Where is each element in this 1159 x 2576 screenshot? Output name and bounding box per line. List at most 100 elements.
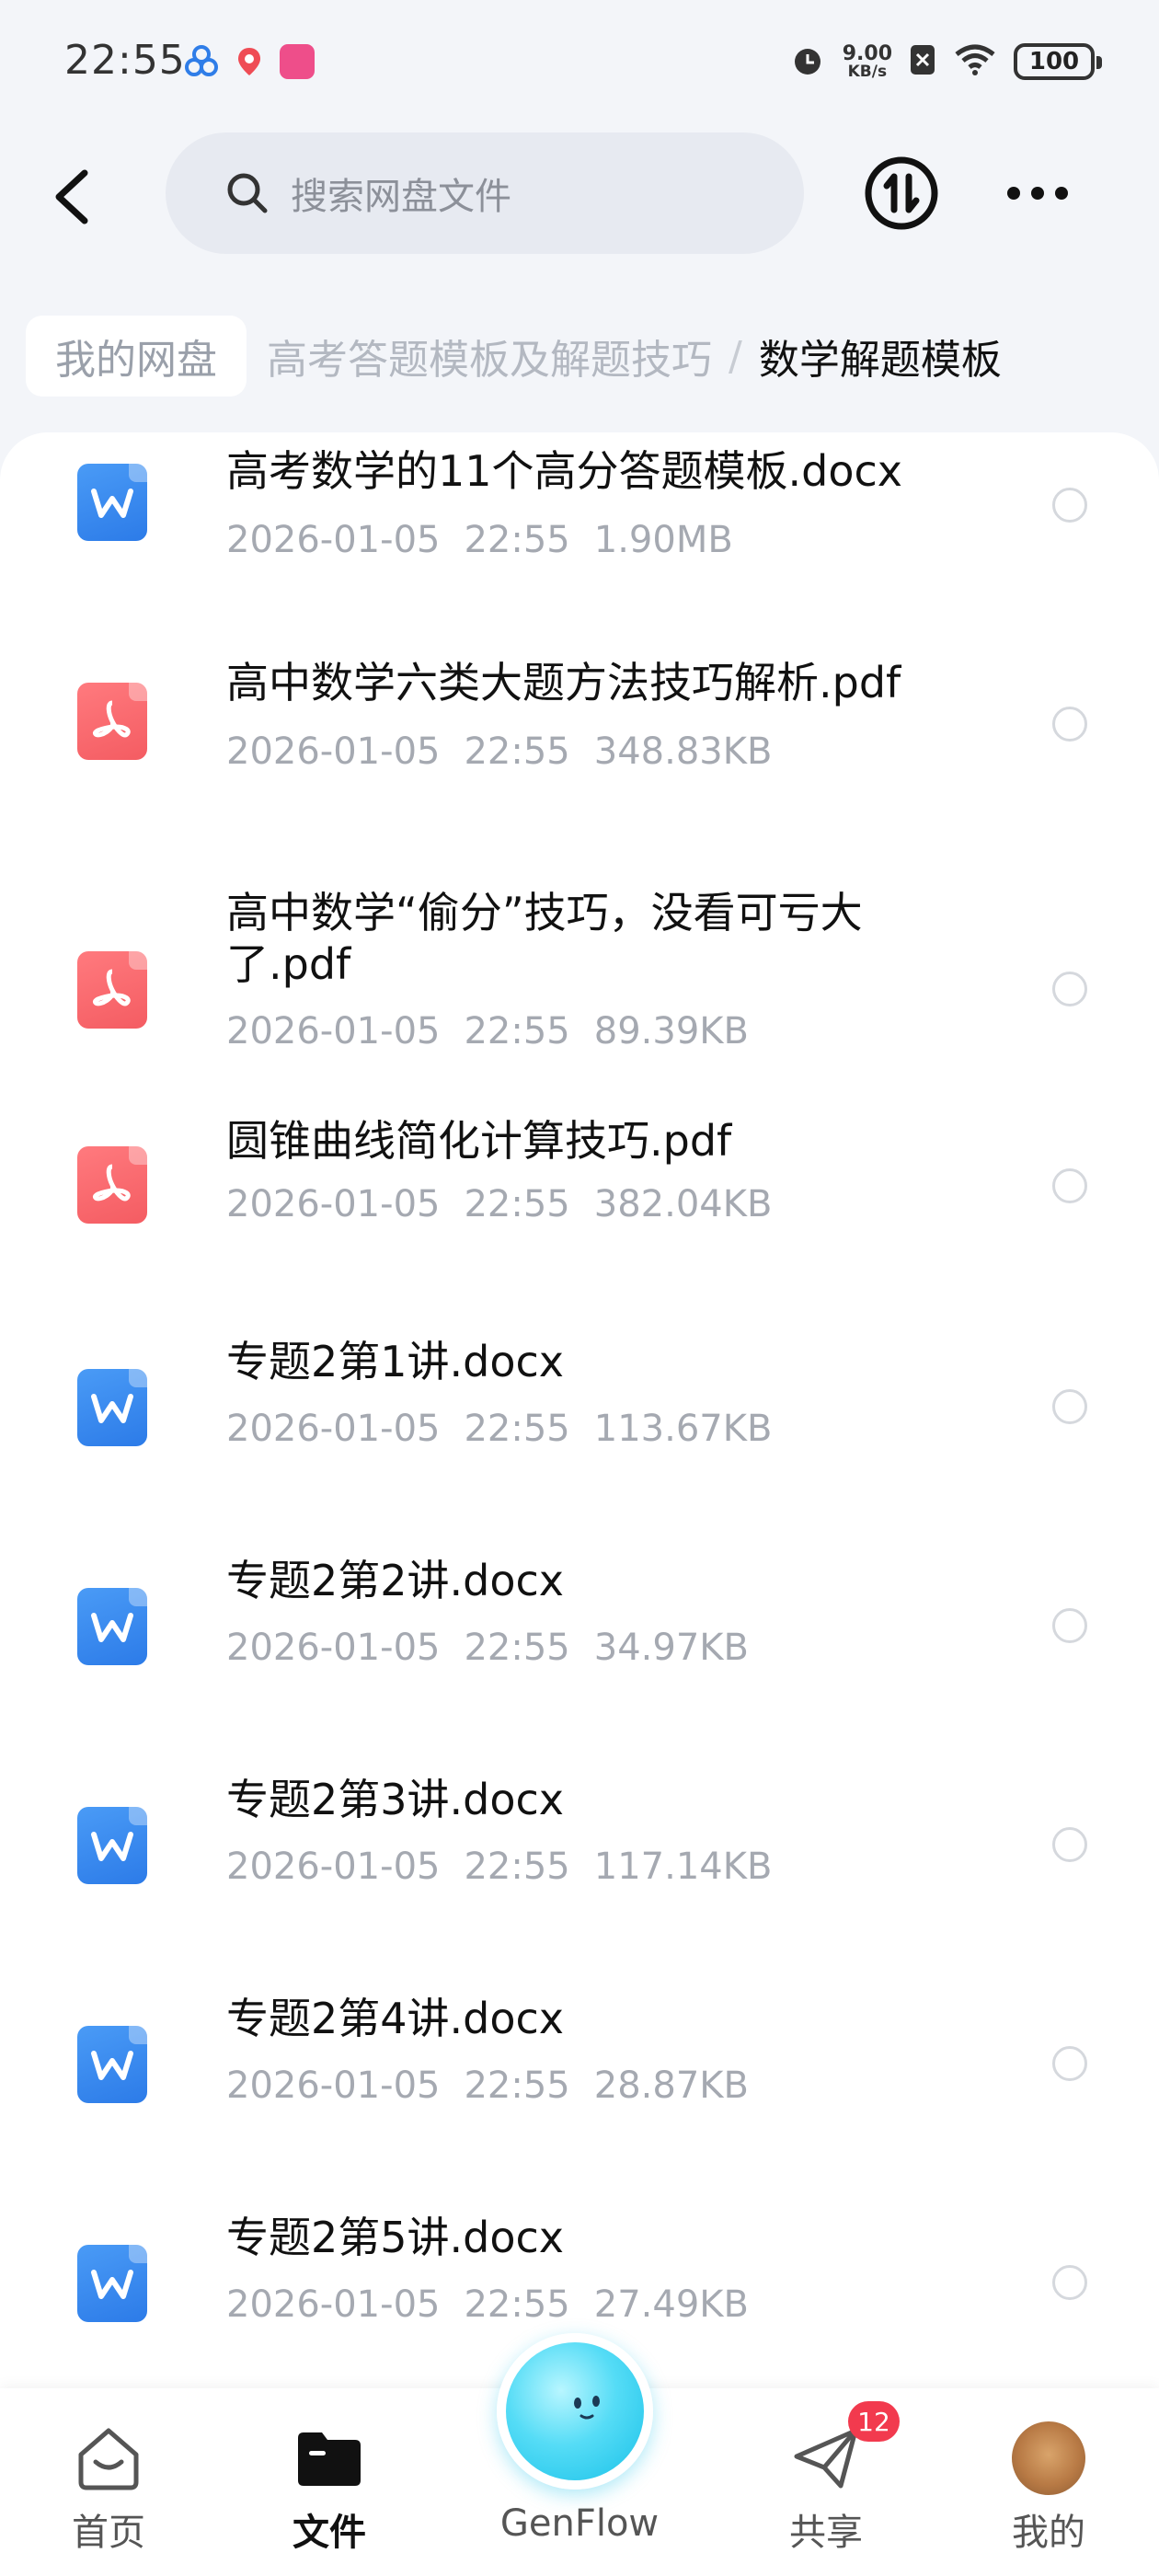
file-size: 89.39KB	[593, 1010, 749, 1052]
select-checkbox[interactable]	[1052, 972, 1087, 1006]
genflow-button[interactable]	[497, 2333, 653, 2490]
back-icon	[55, 169, 88, 224]
file-row[interactable]: 专题2第1讲.docx 2026-01-05 22:55 113.67KB	[0, 1321, 1159, 1540]
search-icon	[227, 173, 268, 213]
file-name: 专题2第1讲.docx	[226, 1337, 565, 1386]
breadcrumb-parent[interactable]: 高考答题模板及解题技巧	[267, 327, 712, 385]
file-size: 28.87KB	[593, 2064, 749, 2107]
search-input[interactable]: 搜索网盘文件	[166, 132, 804, 254]
file-date: 2026-01-05	[226, 1846, 441, 1888]
word-file-icon	[77, 464, 147, 541]
file-date: 2026-01-05	[226, 1627, 441, 1669]
select-checkbox[interactable]	[1052, 1389, 1087, 1424]
file-size: 27.49KB	[593, 2283, 749, 2326]
sort-icon	[865, 156, 938, 230]
more-icon	[1007, 187, 1020, 200]
word-file-icon	[77, 2245, 147, 2322]
file-meta: 2026-01-05 22:55 382.04KB	[226, 1183, 796, 1225]
file-size: 34.97KB	[593, 1627, 749, 1669]
word-file-icon	[77, 1588, 147, 1665]
file-meta: 2026-01-05 22:55 348.83KB	[226, 730, 796, 773]
back-button[interactable]	[37, 160, 110, 234]
nav-mine[interactable]: 我的	[966, 2388, 1131, 2576]
file-row[interactable]: 高考数学的11个高分答题模板.docx 2026-01-05 22:55 1.90M…	[0, 432, 1159, 644]
file-meta: 2026-01-05 22:55 1.90MB	[226, 519, 757, 561]
file-time: 22:55	[464, 519, 570, 561]
app-notification-icon-1	[184, 44, 219, 79]
file-name: 专题2第4讲.docx	[226, 1994, 565, 2043]
select-checkbox[interactable]	[1052, 1168, 1087, 1203]
breadcrumb-root[interactable]: 我的网盘	[26, 316, 247, 397]
file-date: 2026-01-05	[226, 519, 441, 561]
file-time: 22:55	[464, 2283, 570, 2326]
file-time: 22:55	[464, 2064, 570, 2107]
file-name: 高考数学的11个高分答题模板.docx	[226, 446, 903, 496]
no-sim-icon	[909, 41, 936, 82]
breadcrumb: 我的网盘 高考答题模板及解题技巧 / 数学解题模板	[26, 315, 1002, 397]
file-date: 2026-01-05	[226, 2283, 441, 2326]
file-meta: 2026-01-05 22:55 34.97KB	[226, 1627, 773, 1669]
nav-files[interactable]: 文件	[247, 2388, 412, 2576]
select-checkbox[interactable]	[1052, 2046, 1087, 2081]
select-checkbox[interactable]	[1052, 488, 1087, 523]
file-name: 专题2第5讲.docx	[226, 2213, 565, 2262]
pdf-file-icon	[77, 683, 147, 760]
file-row[interactable]: 圆锥曲线简化计算技巧.pdf 2026-01-05 22:55 382.04KB	[0, 1104, 1159, 1321]
word-file-icon	[77, 1369, 147, 1446]
file-date: 2026-01-05	[226, 1408, 441, 1450]
file-time: 22:55	[464, 1627, 570, 1669]
home-icon	[78, 2428, 139, 2490]
status-bar: 22:55 9.00 KB/s 100	[0, 0, 1159, 125]
select-checkbox[interactable]	[1052, 2265, 1087, 2300]
wifi-icon	[953, 41, 997, 82]
file-date: 2026-01-05	[226, 730, 441, 773]
file-time: 22:55	[464, 1408, 570, 1450]
file-row[interactable]: 专题2第2讲.docx 2026-01-05 22:55 34.97KB	[0, 1540, 1159, 1759]
file-meta: 2026-01-05 22:55 89.39KB	[226, 1010, 773, 1052]
file-size: 1.90MB	[593, 519, 733, 561]
select-checkbox[interactable]	[1052, 1608, 1087, 1643]
file-time: 22:55	[464, 1183, 570, 1225]
net-speed-unit: KB/s	[847, 62, 888, 81]
status-time: 22:55	[64, 37, 186, 84]
search-placeholder: 搜索网盘文件	[291, 176, 511, 218]
pdf-file-icon	[77, 1146, 147, 1224]
share-badge: 12	[848, 2401, 900, 2442]
word-file-icon	[77, 2026, 147, 2103]
file-row[interactable]: 高中数学“偷分”技巧，没看可亏大了.pdf 2026-01-05 22:55 89.…	[0, 865, 1159, 1104]
file-size: 382.04KB	[593, 1183, 773, 1225]
breadcrumb-current: 数学解题模板	[758, 337, 1002, 384]
file-time: 22:55	[464, 1010, 570, 1052]
select-checkbox[interactable]	[1052, 707, 1087, 742]
nav-files-label: 文件	[293, 2512, 366, 2554]
file-name: 专题2第2讲.docx	[226, 1556, 565, 1605]
file-row[interactable]: 专题2第4讲.docx 2026-01-05 22:55 28.87KB	[0, 1978, 1159, 2197]
file-size: 348.83KB	[593, 730, 773, 773]
file-row[interactable]: 高中数学六类大题方法技巧解析.pdf 2026-01-05 22:55 348.83…	[0, 644, 1159, 865]
nav-home[interactable]: 首页	[26, 2388, 191, 2576]
net-speed-value: 9.00	[842, 41, 892, 65]
file-meta: 2026-01-05 22:55 113.67KB	[226, 1408, 796, 1450]
app-notification-icon-3	[280, 44, 315, 79]
avatar	[1012, 2421, 1085, 2495]
file-row[interactable]: 专题2第3讲.docx 2026-01-05 22:55 117.14KB	[0, 1759, 1159, 1978]
file-date: 2026-01-05	[226, 2064, 441, 2107]
select-checkbox[interactable]	[1052, 1827, 1087, 1862]
file-list: 高考数学的11个高分答题模板.docx 2026-01-05 22:55 1.90M…	[0, 432, 1159, 2576]
nav-share-label: 共享	[789, 2512, 863, 2554]
alarm-icon	[789, 41, 826, 82]
file-meta: 2026-01-05 22:55 117.14KB	[226, 1846, 796, 1888]
file-name: 高中数学“偷分”技巧，没看可亏大了.pdf	[226, 888, 863, 989]
battery-indicator: 100	[1014, 43, 1102, 80]
file-name: 专题2第3讲.docx	[226, 1775, 565, 1824]
nav-genflow-label: GenFlow	[499, 2502, 660, 2545]
folder-icon	[298, 2432, 361, 2486]
file-name: 圆锥曲线简化计算技巧.pdf	[226, 1116, 732, 1166]
file-name: 高中数学六类大题方法技巧解析.pdf	[226, 658, 901, 707]
net-speed: 9.00 KB/s	[842, 41, 892, 81]
more-button[interactable]	[1001, 153, 1074, 234]
sort-button[interactable]	[861, 153, 942, 234]
app-notification-icon-2	[232, 44, 267, 79]
breadcrumb-separator: /	[729, 332, 742, 380]
file-date: 2026-01-05	[226, 1010, 441, 1052]
